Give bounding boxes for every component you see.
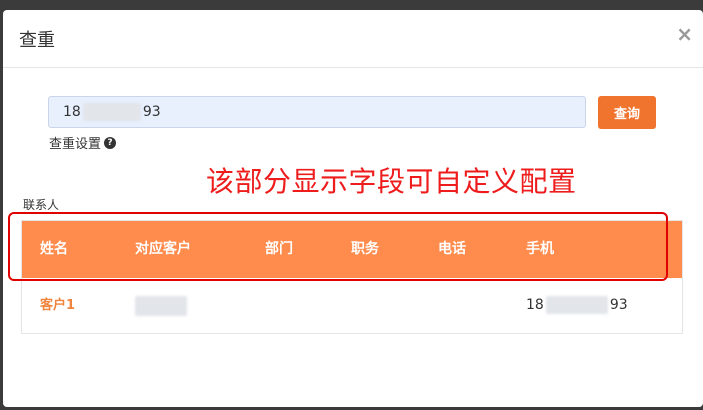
search-value-prefix: 18 [63,104,81,120]
annotation-text: 该部分显示字段可自定义配置 [206,165,577,198]
masked-digits [82,103,141,121]
duplicate-settings-link[interactable]: 查重设置 ? [49,133,117,152]
column-header-position: 职务 [351,241,379,257]
table-header: 姓名 对应客户 部门 职务 电话 手机 [22,221,682,278]
modal-header: 查重 × [3,10,703,68]
masked-mobile [545,296,608,314]
contacts-section-label: 联系人 [23,198,60,212]
column-header-phone: 电话 [438,241,466,257]
customer-cell [135,278,187,333]
mobile-suffix: 93 [609,297,628,313]
query-button[interactable]: 查询 [598,96,656,129]
search-input[interactable]: 18 93 [48,96,586,128]
contacts-table: 姓名 对应客户 部门 职务 电话 手机 客户1 18 93 [21,220,683,334]
mobile-cell: 18 93 [526,278,628,333]
masked-customer [135,295,187,316]
column-header-department: 部门 [265,241,293,257]
duplicate-check-dialog: 查重 × [3,10,703,407]
search-value-suffix: 93 [142,104,161,120]
settings-label: 查重设置 [49,137,102,152]
contact-name-link[interactable]: 客户1 [40,278,75,333]
column-header-mobile: 手机 [526,241,554,257]
column-header-customer: 对应客户 [135,241,191,257]
column-header-name: 姓名 [40,241,68,257]
modal-title: 查重 [19,30,55,51]
mobile-prefix: 18 [526,297,544,313]
question-circle-icon[interactable]: ? [104,136,117,149]
close-icon[interactable]: × [676,24,693,44]
